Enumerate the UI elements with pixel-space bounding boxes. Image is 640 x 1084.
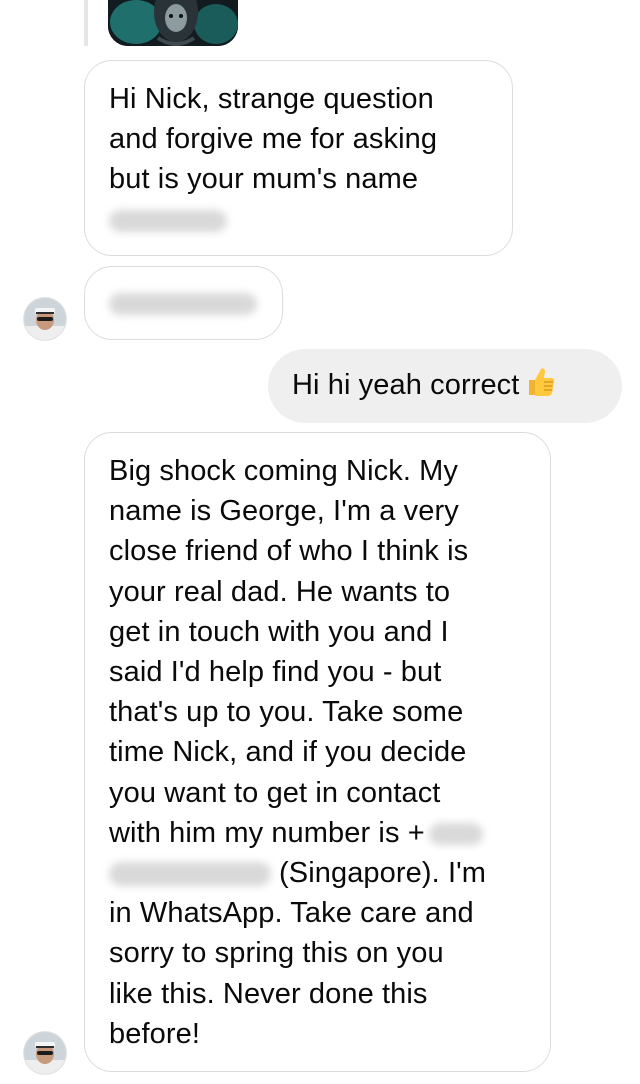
- message-line: Hi Nick, strange question: [109, 83, 434, 115]
- message-line: but is your mum's name: [109, 163, 419, 196]
- reply-quote-bar: [84, 0, 88, 46]
- message-line: that's up to you. Take some: [109, 696, 464, 729]
- message-line: (Singapore). I'm: [279, 857, 486, 890]
- message-bubble-incoming[interactable]: [84, 266, 283, 340]
- message-bubble-incoming[interactable]: Big shock coming Nick. My name is George…: [84, 432, 551, 1072]
- message-line: close friend of who I think is: [109, 535, 469, 568]
- message-line: like this. Never done this: [109, 977, 428, 1010]
- sender-avatar[interactable]: [24, 1032, 66, 1074]
- message-bubble-incoming[interactable]: Hi Nick, strange question and forgive me…: [84, 60, 513, 256]
- message-line: you want to get in contact: [109, 776, 441, 809]
- message-line: Big shock coming Nick. My: [109, 455, 458, 487]
- message-line: before!: [109, 1017, 200, 1050]
- redacted-text: [109, 293, 257, 315]
- message-line: and forgive me for asking: [109, 123, 438, 156]
- message-line: sorry to spring this on you: [109, 937, 444, 970]
- message-line: said I'd help find you - but: [109, 656, 442, 689]
- message-line: time Nick, and if you decide: [109, 736, 467, 769]
- redacted-phone: [428, 823, 483, 846]
- message-line: with him my number is +: [109, 816, 425, 849]
- message-line: get in touch with you and I: [109, 615, 449, 648]
- sender-avatar[interactable]: [24, 298, 66, 340]
- message-line: your real dad. He wants to: [109, 575, 451, 608]
- thumbs-up-emoji-icon: [523, 365, 557, 399]
- message-line: in WhatsApp. Take care and: [109, 897, 474, 930]
- message-bubble-outgoing[interactable]: Hi hi yeah correct: [268, 349, 622, 423]
- redacted-name: [109, 200, 488, 240]
- message-line: name is George, I'm a very: [109, 495, 459, 528]
- message-text: Hi hi yeah correct: [292, 369, 520, 401]
- redacted-phone: [109, 862, 271, 887]
- shared-image-thumbnail[interactable]: [108, 0, 238, 46]
